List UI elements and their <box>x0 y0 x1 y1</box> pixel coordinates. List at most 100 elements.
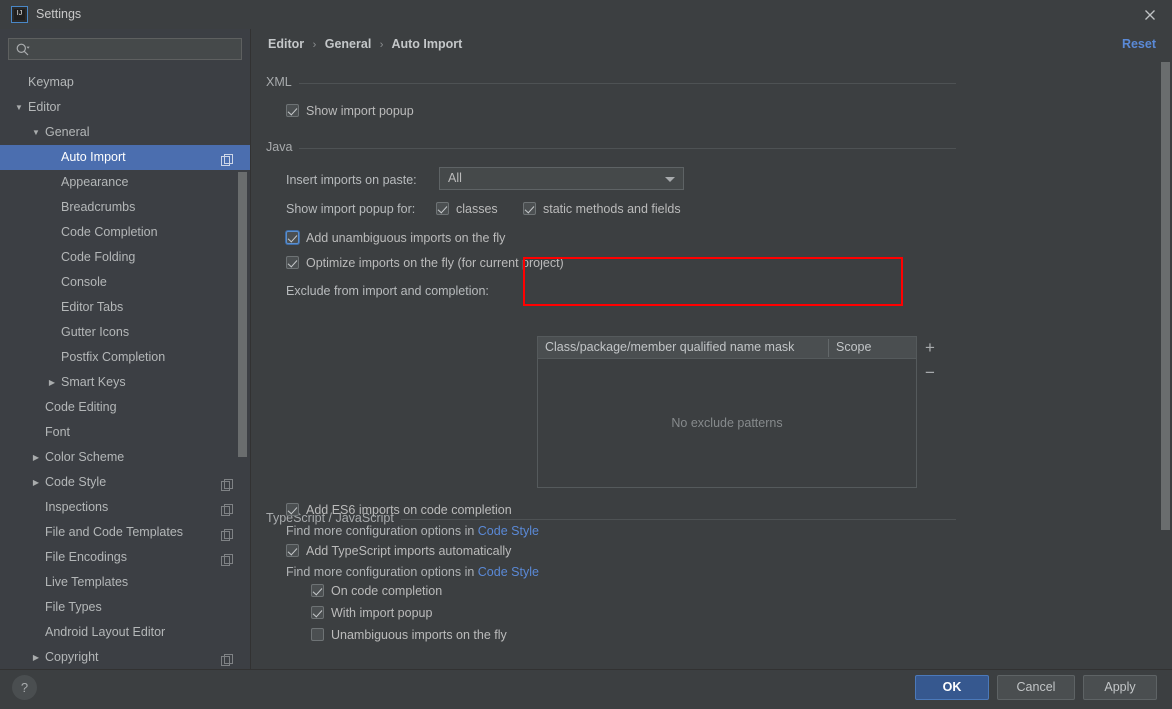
sidebar-item-label: Smart Keys <box>61 375 126 389</box>
copy-settings-icon[interactable] <box>221 476 234 491</box>
checkbox-static-methods-row[interactable]: static methods and fields <box>523 202 681 216</box>
checkbox-show-import-popup-row[interactable]: Show import popup <box>286 104 414 118</box>
ts-hint-code-style-link[interactable]: Code Style <box>478 565 539 579</box>
sidebar-item-file-types[interactable]: File Types <box>0 595 250 620</box>
checkbox-with-import-popup-row[interactable]: With import popup <box>311 606 432 620</box>
checkbox-classes-row[interactable]: classes <box>436 202 498 216</box>
sidebar-item-label: Color Scheme <box>45 450 125 464</box>
breadcrumb: Editor › General › Auto Import <box>268 37 462 51</box>
exclude-table-col-scope[interactable]: Scope <box>836 340 871 354</box>
sidebar-item-label: Inspections <box>45 500 109 514</box>
classes-checkbox[interactable] <box>436 202 449 215</box>
sidebar-item-font[interactable]: Font <box>0 420 250 445</box>
add-exclude-pattern-button[interactable]: + <box>920 338 940 358</box>
chevron-right-icon[interactable]: ▶ <box>30 445 42 470</box>
settings-dialog: IJ Settings Keymap ▼ Editor ▼ General Auto Im… <box>0 0 1172 709</box>
apply-button[interactable]: Apply <box>1083 675 1157 700</box>
sidebar-item-copyright[interactable]: ▶ Copyright <box>0 645 250 669</box>
copy-settings-icon[interactable] <box>221 151 234 166</box>
chevron-down-icon[interactable]: ▼ <box>13 95 25 120</box>
settings-content-panel: Editor › General › Auto Import Reset XML… <box>251 29 1172 669</box>
sidebar-item-editor-tabs[interactable]: Editor Tabs <box>0 295 250 320</box>
optimize-imports-checkbox[interactable] <box>286 256 299 269</box>
exclude-table-col-mask[interactable]: Class/package/member qualified name mask <box>545 340 794 354</box>
exclude-patterns-table[interactable]: Class/package/member qualified name mask… <box>537 336 917 488</box>
breadcrumb-general[interactable]: General <box>325 37 372 51</box>
checkbox-add-unambiguous-row[interactable]: Add unambiguous imports on the fly <box>286 231 505 245</box>
sidebar-item-editor[interactable]: ▼ Editor <box>0 95 250 120</box>
content-scrollbar-thumb[interactable] <box>1161 62 1170 530</box>
add-es6-imports-checkbox[interactable] <box>286 503 299 516</box>
checkbox-add-ts-row[interactable]: Add TypeScript imports automatically <box>286 544 511 558</box>
copy-settings-icon[interactable] <box>221 501 234 516</box>
checkbox-optimize-imports-row[interactable]: Optimize imports on the fly (for current… <box>286 256 564 270</box>
sidebar-item-android-layout-editor[interactable]: Android Layout Editor <box>0 620 250 645</box>
on-code-completion-checkbox[interactable] <box>311 584 324 597</box>
cancel-button[interactable]: Cancel <box>997 675 1075 700</box>
sidebar-item-inspections[interactable]: Inspections <box>0 495 250 520</box>
sidebar-item-code-style[interactable]: ▶ Code Style <box>0 470 250 495</box>
breadcrumb-editor[interactable]: Editor <box>268 37 304 51</box>
group-java-divider <box>266 148 956 149</box>
exclude-table-column-divider[interactable] <box>828 339 829 357</box>
dialog-footer: ? OK Cancel Apply <box>0 669 1172 709</box>
group-xml-divider <box>266 83 956 84</box>
sidebar-item-postfix-completion[interactable]: Postfix Completion <box>0 345 250 370</box>
add-typescript-imports-checkbox[interactable] <box>286 544 299 557</box>
sidebar-item-live-templates[interactable]: Live Templates <box>0 570 250 595</box>
sidebar-item-code-completion[interactable]: Code Completion <box>0 220 250 245</box>
sidebar-item-file-and-code-templates[interactable]: File and Code Templates <box>0 520 250 545</box>
sidebar-item-smart-keys[interactable]: ▶ Smart Keys <box>0 370 250 395</box>
breadcrumb-auto-import: Auto Import <box>391 37 463 51</box>
show-import-popup-checkbox[interactable] <box>286 104 299 117</box>
chevron-down-icon[interactable]: ▼ <box>30 120 42 145</box>
sidebar-item-gutter-icons[interactable]: Gutter Icons <box>0 320 250 345</box>
ok-button[interactable]: OK <box>915 675 989 700</box>
sidebar-item-appearance[interactable]: Appearance <box>0 170 250 195</box>
sidebar-item-label: Copyright <box>45 650 99 664</box>
es6-hint-code-style-link[interactable]: Code Style <box>478 524 539 538</box>
sidebar-item-code-folding[interactable]: Code Folding <box>0 245 250 270</box>
static-methods-checkbox[interactable] <box>523 202 536 215</box>
with-import-popup-checkbox[interactable] <box>311 606 324 619</box>
checkbox-add-es6-row[interactable]: Add ES6 imports on code completion <box>286 503 512 517</box>
copy-settings-icon[interactable] <box>221 651 234 666</box>
sidebar-item-file-encodings[interactable]: File Encodings <box>0 545 250 570</box>
sidebar-item-color-scheme[interactable]: ▶ Color Scheme <box>0 445 250 470</box>
sidebar-item-general[interactable]: ▼ General <box>0 120 250 145</box>
group-xml-title: XML <box>266 75 299 89</box>
chevron-right-icon[interactable]: ▶ <box>30 470 42 495</box>
help-button[interactable]: ? <box>12 675 37 700</box>
sidebar-item-console[interactable]: Console <box>0 270 250 295</box>
title-bar: IJ Settings <box>0 0 1172 29</box>
checkbox-on-code-completion-row[interactable]: On code completion <box>311 584 442 598</box>
sidebar-item-auto-import[interactable]: Auto Import <box>0 145 250 170</box>
sidebar-item-label: File Encodings <box>45 550 127 564</box>
sidebar-scrollbar-thumb[interactable] <box>238 172 247 457</box>
reset-link[interactable]: Reset <box>1122 37 1156 51</box>
copy-settings-icon[interactable] <box>221 526 234 541</box>
es6-hint-text: Find more configuration options in <box>286 524 478 538</box>
insert-imports-dropdown[interactable]: All <box>439 167 684 190</box>
add-unambiguous-imports-label: Add unambiguous imports on the fly <box>306 231 506 245</box>
chevron-right-icon[interactable]: ▶ <box>46 370 58 395</box>
insert-imports-value: All <box>448 171 462 185</box>
settings-tree: Keymap ▼ Editor ▼ General Auto Import Appearan… <box>0 70 250 669</box>
add-unambiguous-imports-checkbox[interactable] <box>286 231 299 244</box>
sidebar-item-label: Android Layout Editor <box>45 625 166 639</box>
es6-hint: Find more configuration options in Code … <box>286 524 539 538</box>
search-input[interactable] <box>35 39 239 61</box>
checkbox-unambiguous-on-fly-row[interactable]: Unambiguous imports on the fly <box>311 628 507 642</box>
search-field[interactable] <box>8 38 242 61</box>
sidebar-item-keymap[interactable]: Keymap <box>0 70 250 95</box>
remove-exclude-pattern-button[interactable]: − <box>920 363 940 383</box>
copy-settings-icon[interactable] <box>221 551 234 566</box>
exclude-table-empty-text: No exclude patterns <box>671 416 783 430</box>
show-import-popup-label: Show import popup <box>306 104 414 118</box>
close-icon[interactable] <box>1142 7 1158 23</box>
unambiguous-imports-on-fly-checkbox[interactable] <box>311 628 324 641</box>
sidebar-item-breadcrumbs[interactable]: Breadcrumbs <box>0 195 250 220</box>
classes-label: classes <box>456 202 498 216</box>
sidebar-item-code-editing[interactable]: Code Editing <box>0 395 250 420</box>
chevron-right-icon[interactable]: ▶ <box>30 645 42 669</box>
